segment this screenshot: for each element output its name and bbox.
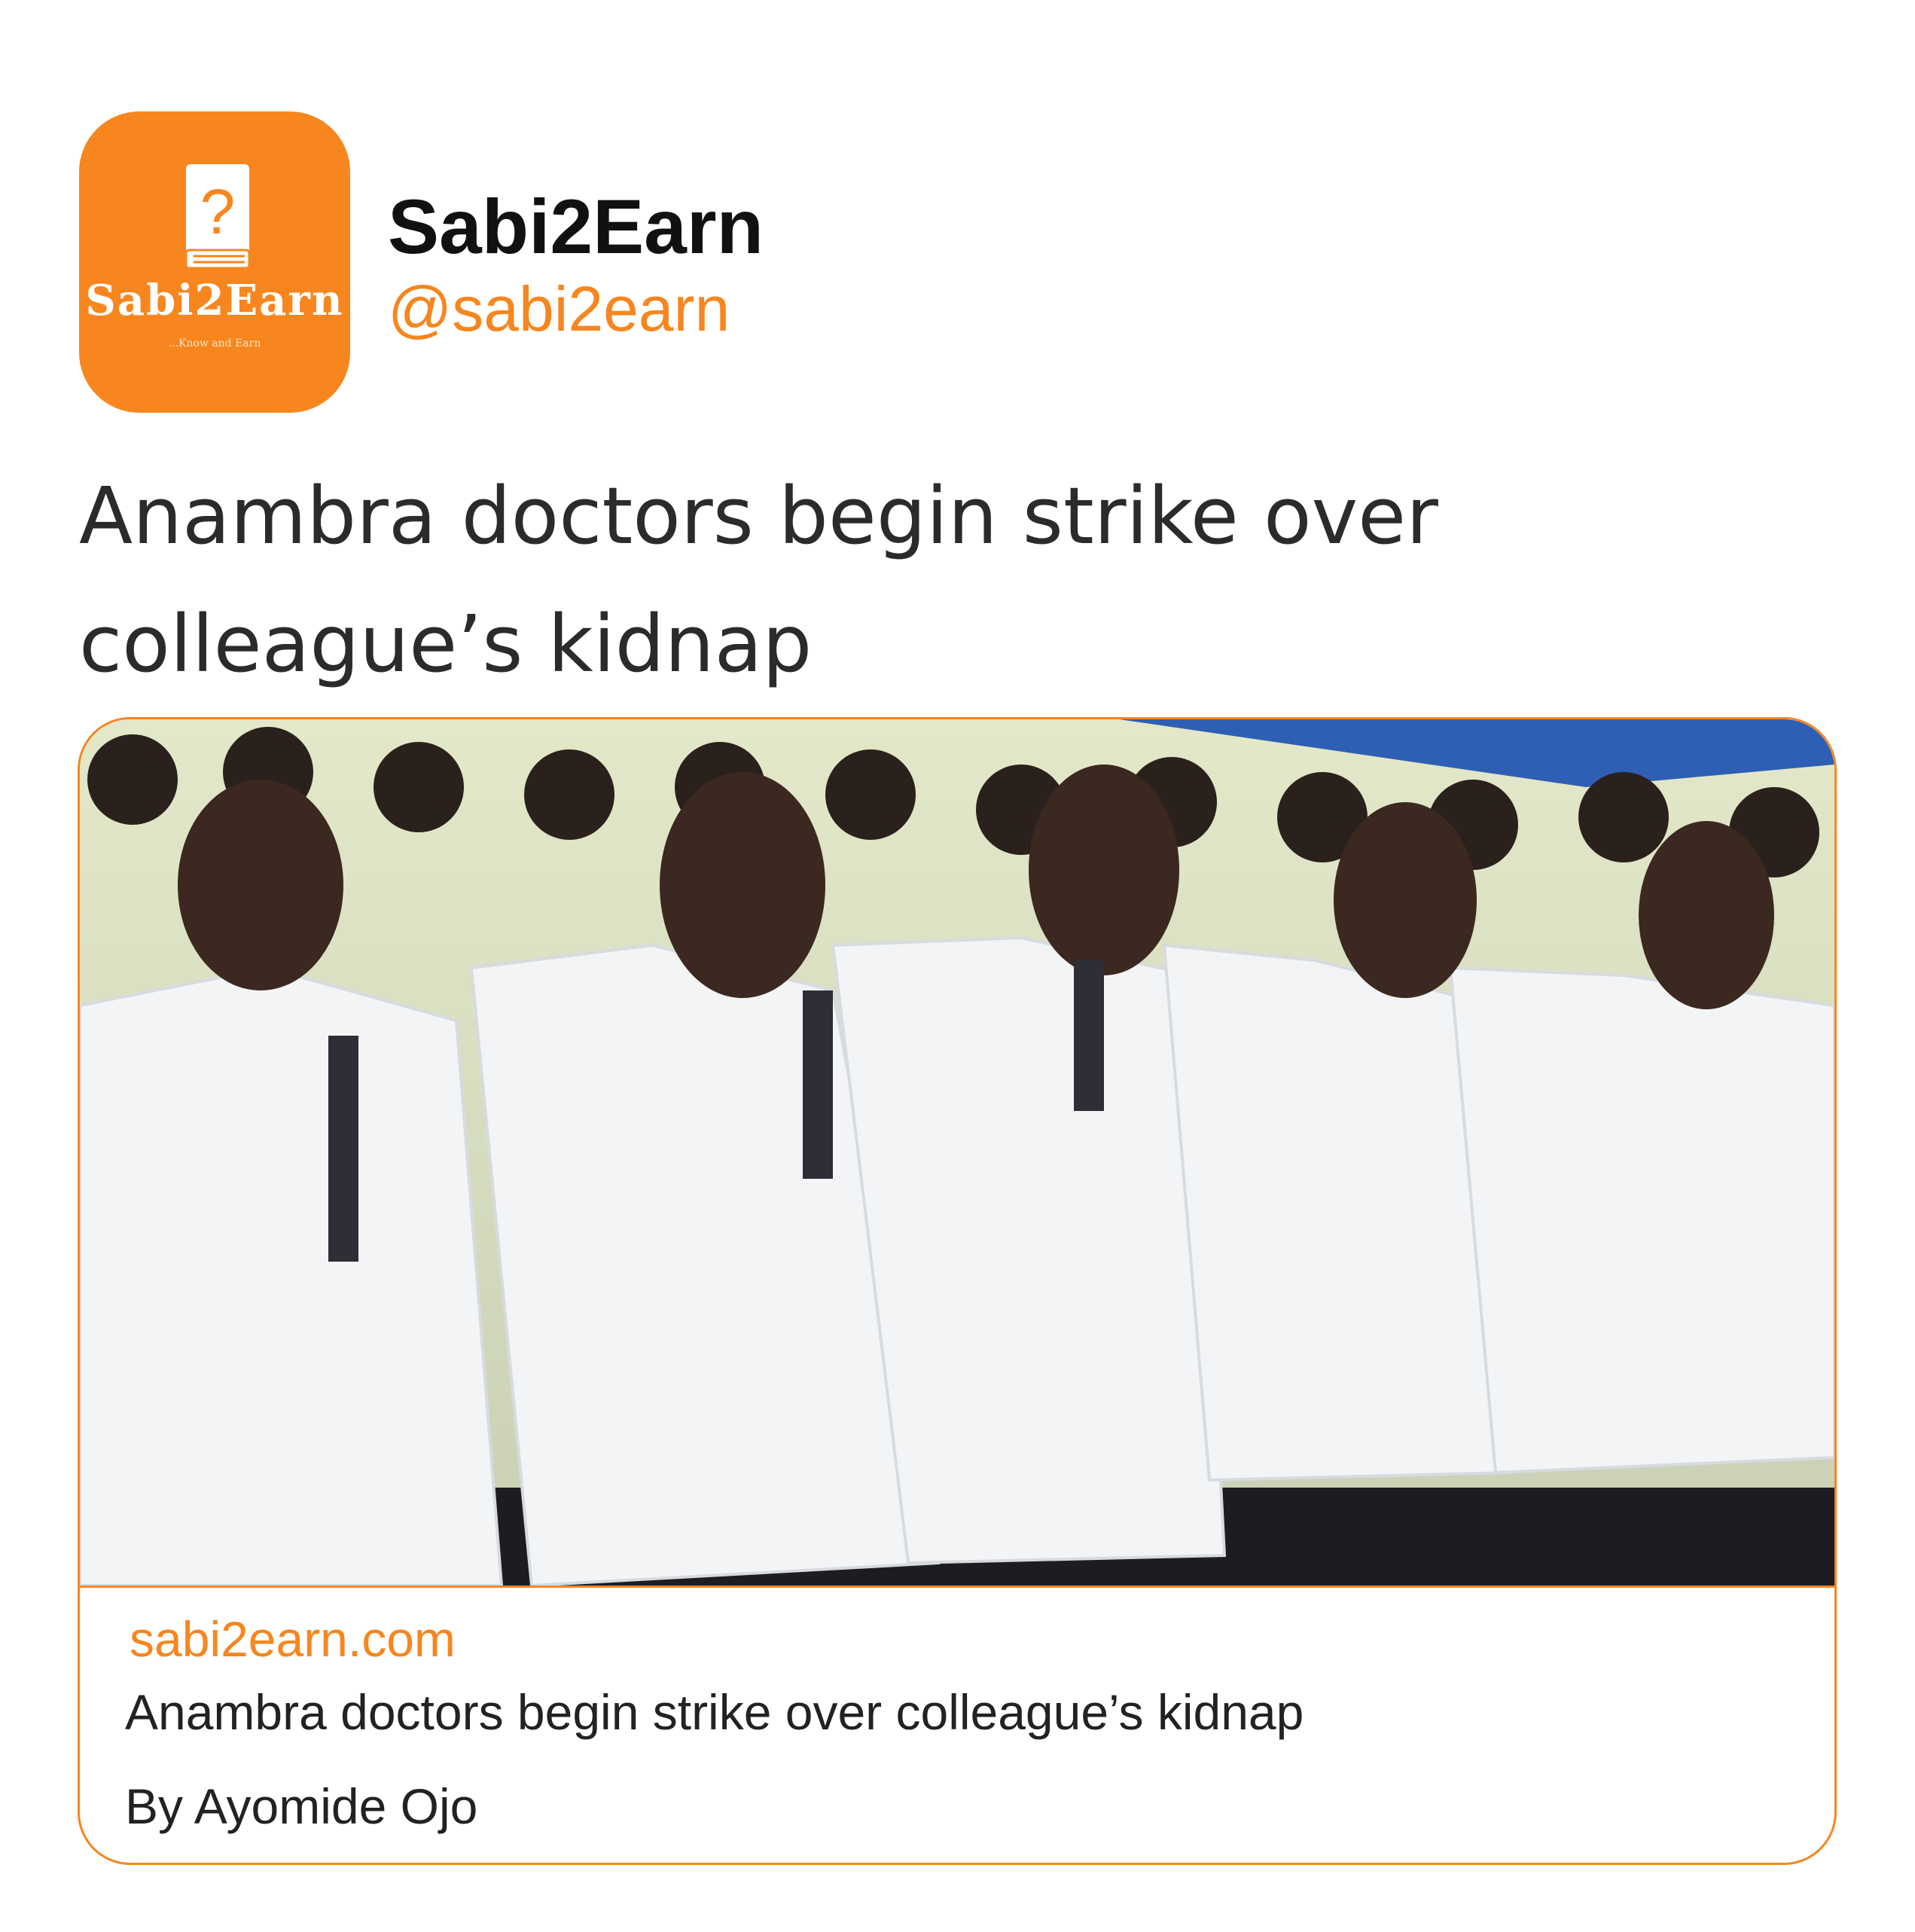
account-handle[interactable]: @sabi2earn	[388, 277, 730, 340]
svg-text:?: ?	[200, 176, 236, 247]
link-preview-card[interactable]: sabi2earn.com Anambra doctors begin stri…	[78, 717, 1837, 1865]
account-avatar[interactable]: ? Sabi2Earn ...Know and Earn	[79, 111, 350, 413]
account-name[interactable]: Sabi2Earn	[388, 188, 764, 265]
question-book-icon: ?	[184, 164, 251, 270]
card-domain[interactable]: sabi2earn.com	[130, 1614, 456, 1664]
tweet-text: Anambra doctors begin strike over collea…	[79, 470, 1438, 690]
card-byline: By Ayomide Ojo	[125, 1778, 478, 1834]
avatar-logo-tagline: ...Know and Earn	[168, 337, 261, 349]
doctors-photo	[80, 719, 1834, 1586]
card-image[interactable]	[80, 719, 1834, 1588]
tweet-post: ? Sabi2Earn ...Know and Earn Sabi2Earn @…	[0, 0, 1915, 1932]
avatar-logo-text: Sabi2Earn	[85, 276, 344, 325]
card-title[interactable]: Anambra doctors begin strike over collea…	[125, 1687, 1304, 1737]
